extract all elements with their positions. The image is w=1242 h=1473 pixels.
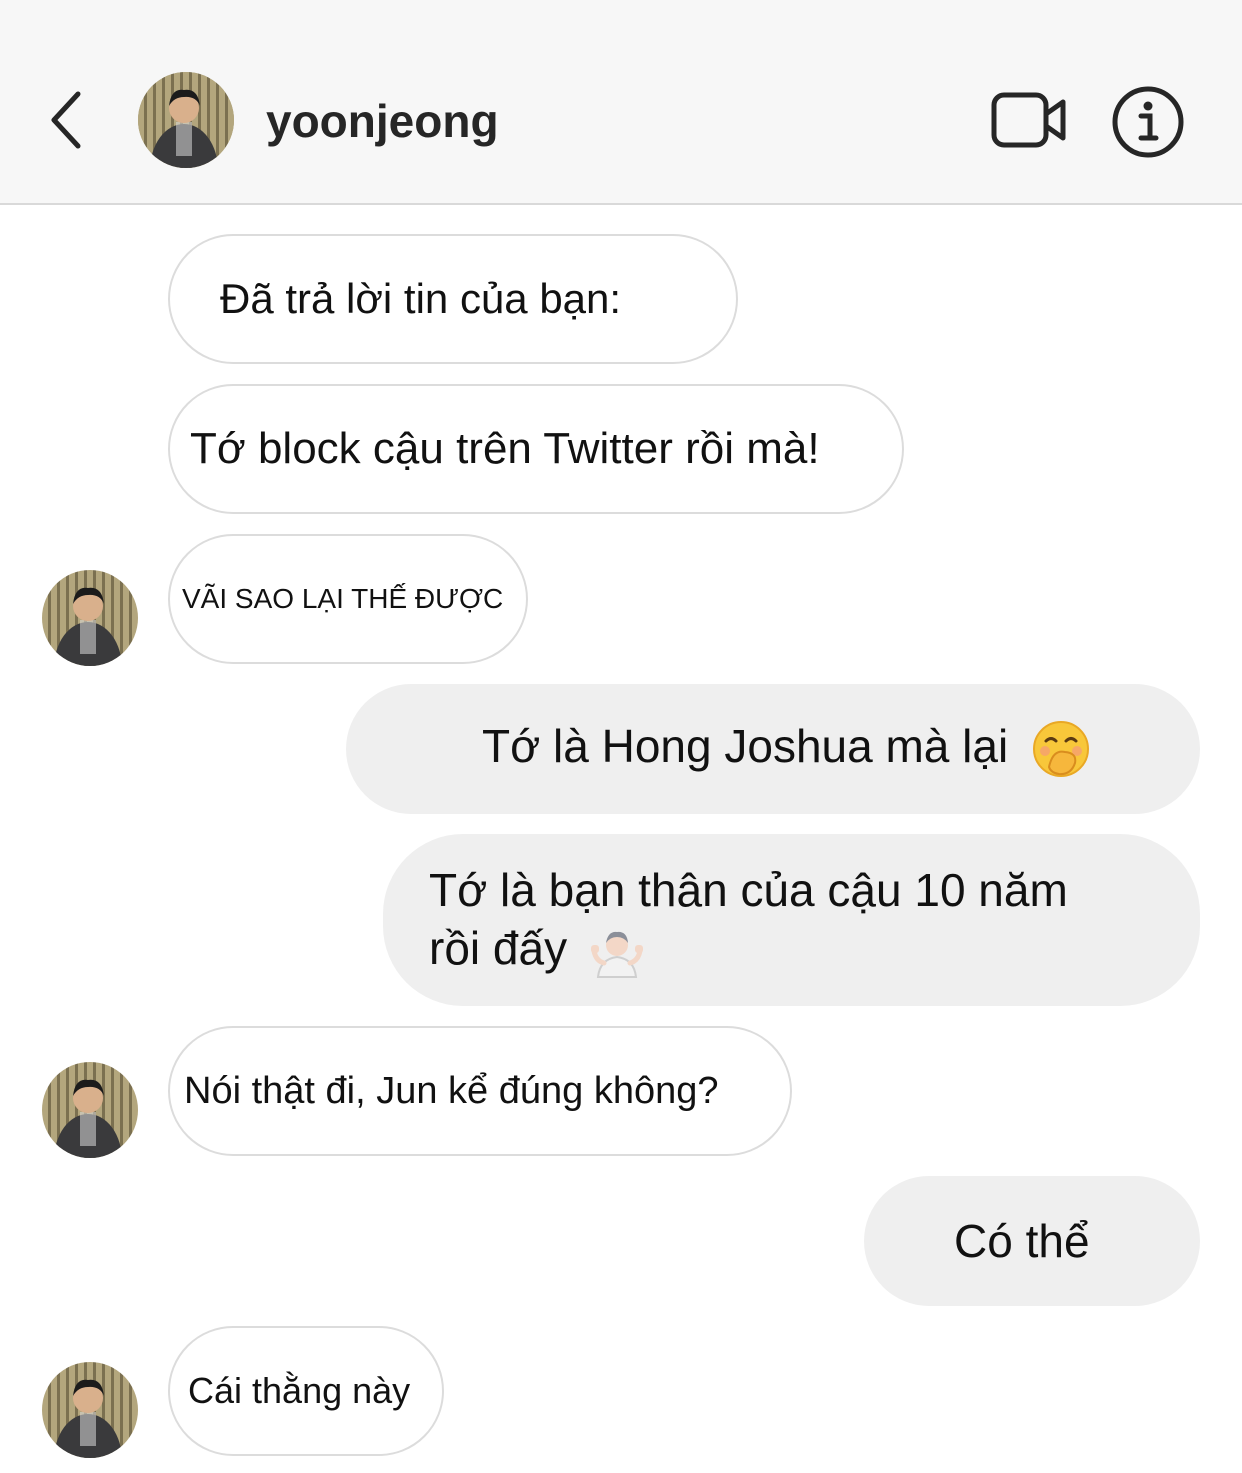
message-text: Nói thật đi, Jun kể đúng không?	[184, 1069, 719, 1112]
message-bubble-outgoing[interactable]: Tớ là bạn thân của cậu 10 năm rồi đấy	[383, 834, 1200, 1006]
message-bubble-incoming[interactable]: Cái thằng này	[168, 1326, 444, 1456]
avatar-photo	[138, 72, 234, 168]
info-button[interactable]	[1110, 84, 1186, 160]
video-call-button[interactable]	[990, 90, 1070, 152]
person-shrugging-icon	[590, 931, 643, 978]
message-bubble-incoming[interactable]: Đã trả lời tin của bạn:	[168, 234, 738, 364]
chat-header: yoonjeong	[0, 0, 1242, 205]
sender-avatar[interactable]	[42, 1062, 138, 1158]
avatar[interactable]	[138, 72, 234, 168]
video-camera-icon	[991, 92, 1066, 148]
sender-avatar[interactable]	[42, 570, 138, 666]
message-bubble-incoming[interactable]: VÃI SAO LẠI THẾ ĐƯỢC	[168, 534, 528, 664]
message-bubble-outgoing[interactable]: Tớ là Hong Joshua mà lại	[346, 684, 1200, 814]
message-text: Đã trả lời tin của bạn:	[220, 275, 622, 322]
avatar-photo	[42, 1062, 138, 1158]
sender-avatar[interactable]	[42, 1362, 138, 1458]
message-bubble-incoming[interactable]: Tớ block cậu trên Twitter rồi mà!	[168, 384, 904, 514]
message-text: Có thể	[954, 1215, 1090, 1267]
avatar-photo	[42, 1362, 138, 1458]
message-text: Tớ là bạn thân của cậu 10 năm rồi đấy	[429, 861, 1068, 979]
message-text: Tớ block cậu trên Twitter rồi mà!	[190, 424, 820, 473]
back-button[interactable]	[36, 84, 96, 156]
message-text: Cái thằng này	[188, 1370, 411, 1411]
chevron-left-icon	[51, 91, 81, 149]
message-bubble-incoming[interactable]: Nói thật đi, Jun kể đúng không?	[168, 1026, 792, 1156]
face-with-hand-over-mouth-icon	[1032, 721, 1089, 778]
avatar-photo	[42, 570, 138, 666]
message-bubble-outgoing[interactable]: Có thể	[864, 1176, 1200, 1306]
conversation-username[interactable]: yoonjeong	[266, 94, 499, 148]
message-text: Tớ là Hong Joshua mà lại	[482, 719, 1091, 780]
message-text: VÃI SAO LẠI THẾ ĐƯỢC	[182, 583, 504, 614]
info-icon	[1112, 86, 1184, 158]
